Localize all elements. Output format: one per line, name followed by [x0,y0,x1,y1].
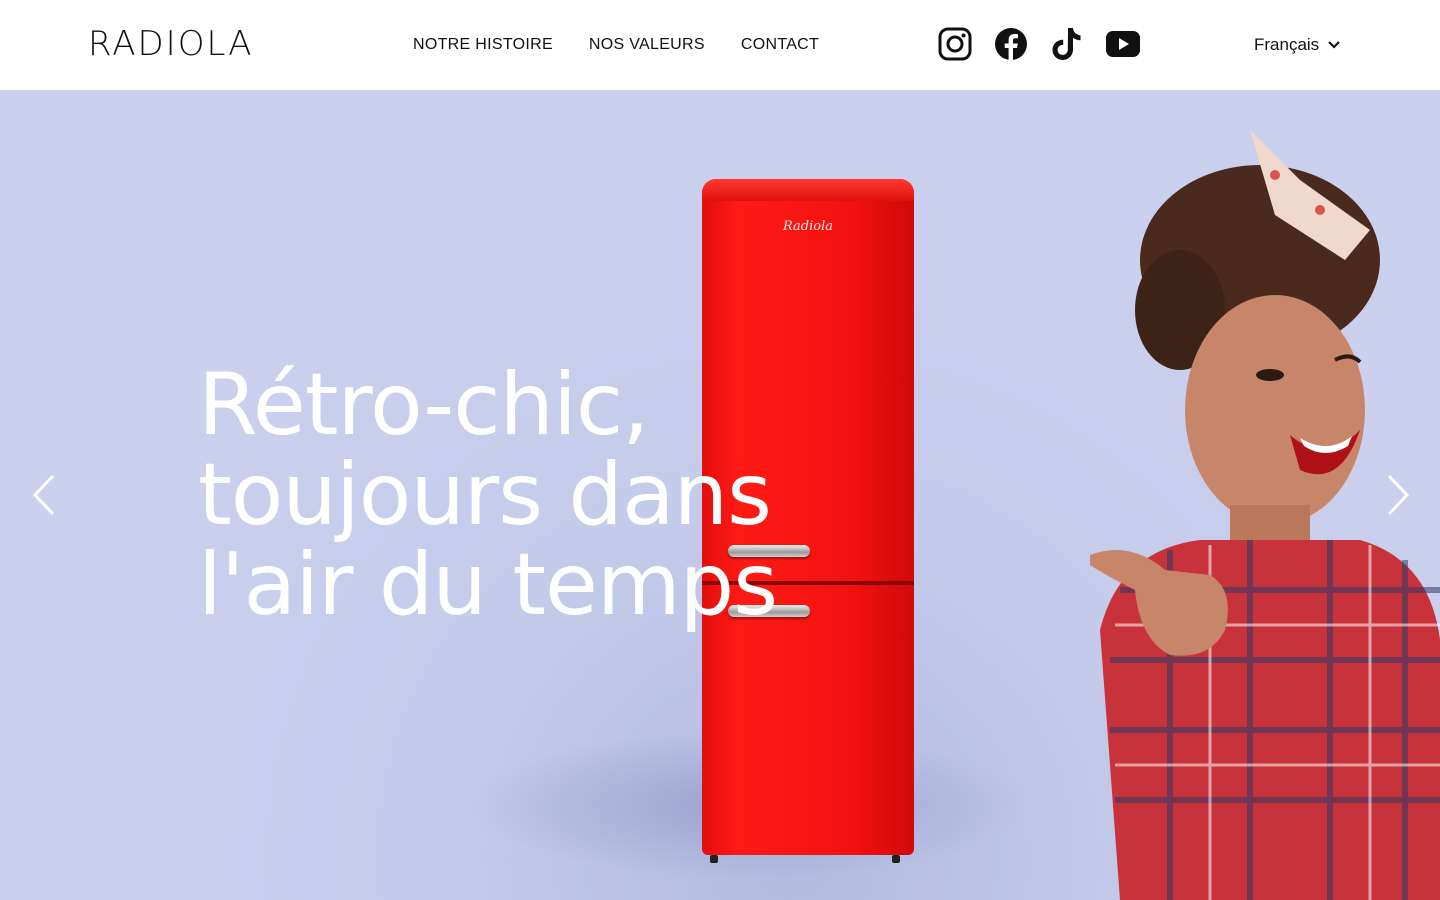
facebook-icon[interactable] [994,26,1028,62]
carousel-prev-button[interactable] [24,473,64,517]
chevron-left-icon [32,474,55,516]
nav-nos-valeurs[interactable]: NOS VALEURS [589,36,705,54]
nav-notre-histoire[interactable]: NOTRE HISTOIRE [413,36,553,54]
chevron-right-icon [1387,474,1410,516]
site-header: RADIOLA NOTRE HISTOIRE NOS VALEURS CONTA… [0,0,1440,90]
language-selector[interactable]: Français [1254,0,1341,90]
chevron-down-icon [1328,41,1340,49]
hero-banner: Radiola Rétro-chic, toujours dans l'air … [0,90,1440,900]
main-nav: NOTRE HISTOIRE NOS VALEURS CONTACT [413,0,819,90]
carousel-next-button[interactable] [1378,473,1418,517]
fridge-foot-right [892,855,900,863]
headline-line-3: l'air du temps [198,535,778,635]
hero-headline: Rétro-chic, toujours dans l'air du temps [198,360,898,630]
nav-contact[interactable]: CONTACT [741,36,819,54]
logo-text: RADIOLA [88,24,254,64]
fridge-top [702,179,914,201]
social-links [938,26,1140,62]
radiola-logo[interactable]: RADIOLA [88,22,308,66]
language-label: Français [1254,35,1320,54]
fridge-foot-left [710,855,718,863]
headline-line-2: toujours dans [198,445,772,545]
headline-line-1: Rétro-chic, [198,355,650,455]
instagram-icon[interactable] [938,26,972,62]
youtube-icon[interactable] [1106,26,1140,62]
fridge-brand: Radiola [782,219,834,234]
tiktok-icon[interactable] [1050,26,1084,62]
